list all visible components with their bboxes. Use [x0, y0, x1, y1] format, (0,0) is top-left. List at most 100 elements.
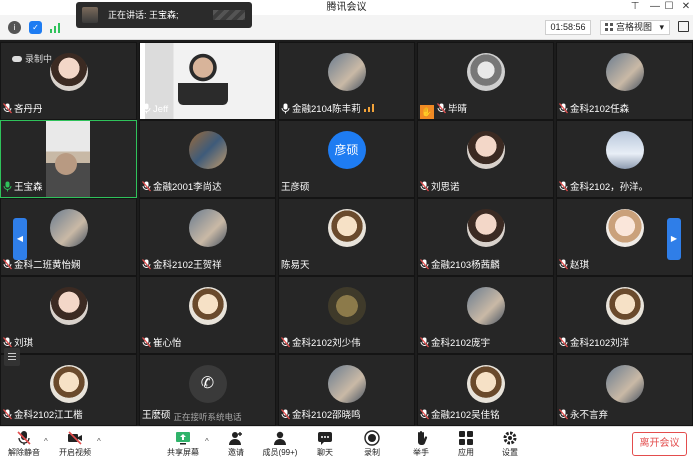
apps-button[interactable]: 应用 [444, 430, 488, 458]
share-label: 共享屏幕 [167, 448, 199, 457]
phone-icon: ✆ [188, 365, 227, 403]
participant-name: 毕晴 [448, 104, 468, 115]
view-mode-dropdown[interactable]: 宫格视图 ▾ [600, 20, 670, 35]
participant-name: 金科2102刘洋 [570, 338, 630, 349]
participant-tile[interactable]: 崔心怡 [139, 276, 276, 354]
participant-tile[interactable]: 金融2104陈丰莉 [278, 42, 415, 120]
share-screen-button[interactable]: 共享屏幕 [161, 430, 205, 458]
unmute-button[interactable]: 解除静音 [2, 430, 46, 458]
girl-icon [466, 131, 505, 169]
recording-indicator: 录制中 [12, 52, 52, 65]
participant-tile[interactable]: 金科2102邵晓鸣 [278, 354, 415, 426]
participant-name-bar: 王彦硕 [281, 181, 310, 195]
shield-icon[interactable]: ✓ [29, 21, 42, 34]
participant-tile[interactable]: 王宝森 [0, 120, 137, 198]
members-button[interactable]: 成员(99+) [258, 430, 302, 458]
girl-icon [49, 53, 88, 91]
prev-page-arrow[interactable]: ◀ [13, 218, 27, 260]
participant-name-bar: 陈易天 [281, 259, 310, 273]
participant-name-bar: Jeff [142, 103, 168, 117]
participant-tile[interactable]: 金科2102刘少伟 [278, 276, 415, 354]
chevron-up-icon[interactable]: ^ [205, 437, 209, 446]
start-video-button[interactable]: 开启视频 [53, 430, 97, 458]
gear-icon [503, 431, 517, 445]
participant-name-bar: 金科2102江工楷 [3, 409, 83, 423]
participant-tile[interactable]: 金融2001李尚达 [139, 120, 276, 198]
participant-name-bar: 金科2102邵晓鸣 [281, 409, 361, 423]
photo-icon [327, 53, 366, 91]
apps-icon [459, 431, 473, 445]
dancer-icon [466, 53, 505, 91]
signal-icon[interactable] [49, 21, 62, 34]
participant-tile[interactable]: 金科2102任森 [556, 42, 693, 120]
participant-name: 吝丹丹 [14, 104, 43, 115]
participant-tile[interactable]: 金科2102江工楷 [0, 354, 137, 426]
info-icon[interactable]: i [8, 21, 21, 34]
participant-tile[interactable]: 金科2102，孙洋。 [556, 120, 693, 198]
participant-tile[interactable]: 陈易天 [278, 198, 415, 276]
raise-hand-button[interactable]: 举手 [399, 430, 443, 458]
next-page-arrow[interactable]: ▶ [667, 218, 681, 260]
mic-muted-icon [559, 337, 568, 348]
leave-meeting-button[interactable]: 离开会议 [632, 432, 687, 456]
participant-name: 金科2102王贺祥 [153, 260, 222, 271]
participant-name-bar: 金融2001李尚达 [142, 181, 222, 195]
doll-icon [605, 209, 644, 247]
participant-name-bar: 金融2104陈丰莉 [281, 103, 374, 117]
chat-label: 聊天 [317, 448, 333, 457]
girl-icon [49, 287, 88, 325]
sky-icon [605, 131, 644, 169]
audio-level-icon [363, 104, 374, 112]
recording-label: 录制中 [25, 54, 53, 64]
participant-tile[interactable]: 刘琪 [0, 276, 137, 354]
participant-name-bar: 金科2102，孙洋。 [559, 181, 648, 195]
apps-label: 应用 [458, 448, 474, 457]
mic-muted-icon [420, 337, 429, 348]
view-mode-label: 宫格视图 [616, 22, 653, 32]
chevron-up-icon[interactable]: ^ [97, 437, 101, 446]
pin-icon[interactable]: ⊤ [625, 0, 645, 15]
participant-name: 金融2001李尚达 [153, 182, 222, 193]
fullscreen-icon[interactable] [678, 21, 689, 32]
mic-muted-icon [437, 103, 446, 114]
participant-name: 王宝森 [14, 182, 43, 193]
participant-tile[interactable]: 金科2102王贺祥 [139, 198, 276, 276]
participant-tile[interactable]: ✆ 正在接听系统电话 王麽硕 [139, 354, 276, 426]
chevron-up-icon[interactable]: ^ [44, 437, 48, 446]
cartoon-icon [49, 365, 88, 403]
photo-icon [605, 53, 644, 91]
participant-tile[interactable]: 金科2102庞宇 [417, 276, 554, 354]
invite-label: 邀请 [228, 448, 244, 457]
participant-name-bar: 金融2102吴佳铭 [420, 409, 500, 423]
menu-icon[interactable] [4, 348, 20, 366]
mic-muted-icon [142, 259, 151, 270]
participant-name: 金科2102江工楷 [14, 410, 83, 421]
participant-name: 陈易天 [281, 260, 310, 271]
participant-tile[interactable]: 金融2102吴佳铭 [417, 354, 554, 426]
participant-name: 金科2102邵晓鸣 [292, 410, 361, 421]
participant-tile[interactable]: 彦硕王彦硕 [278, 120, 415, 198]
participant-tile[interactable]: Jeff [139, 42, 276, 120]
dragon-icon [188, 131, 227, 169]
participant-tile[interactable]: 金科2102刘洋 [556, 276, 693, 354]
members-label: 成员(99+) [262, 448, 298, 457]
cloud-icon [12, 56, 22, 62]
participant-name-bar: 赵琪 [559, 259, 589, 273]
speaking-toast: 正在讲话: 王宝森; [76, 2, 252, 28]
close-icon[interactable]: ✕ [676, 0, 693, 15]
record-button[interactable]: 录制 [350, 430, 394, 458]
invite-button[interactable]: 邀请 [214, 430, 258, 458]
cartoon-icon [605, 287, 644, 325]
record-icon [364, 430, 380, 446]
participant-tile[interactable]: 金融2103杨茜麟 [417, 198, 554, 276]
participant-tile[interactable]: ✋ 毕晴 [417, 42, 554, 120]
participant-name: 王彦硕 [281, 182, 310, 193]
avatar-initial: 彦硕 [327, 131, 366, 169]
chat-button[interactable]: 聊天 [303, 430, 347, 458]
share-screen-icon [176, 432, 190, 445]
settings-button[interactable]: 设置 [488, 430, 532, 458]
meeting-timer: 01:58:56 [545, 20, 591, 35]
bottom-control-bar: 解除静音 ^ 开启视频 ^ 共享屏幕 ^ 邀请 成员(99+) 聊天 录制 举手… [0, 426, 693, 459]
participant-tile[interactable]: 永不言弃 [556, 354, 693, 426]
participant-tile[interactable]: 刘思诺 [417, 120, 554, 198]
